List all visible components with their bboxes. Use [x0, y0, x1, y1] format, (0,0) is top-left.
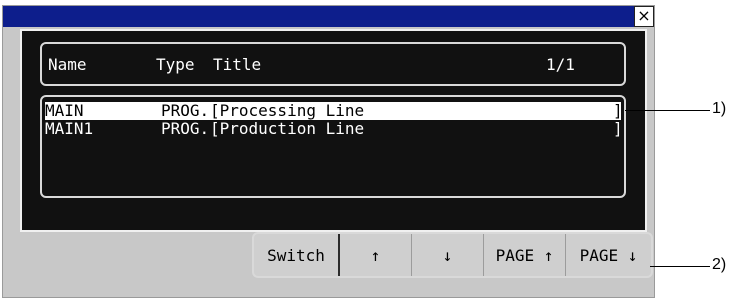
column-type-header: Type — [156, 55, 195, 74]
program-row[interactable]: MAIN PROG. [Processing Line ] — [45, 101, 623, 120]
program-title: [Production Line — [210, 119, 365, 138]
callout-line-buttons — [650, 266, 710, 267]
column-title-header: Title — [213, 55, 262, 74]
program-title: [Processing Line — [210, 101, 365, 120]
page-down-button[interactable]: PAGE ↓ — [566, 234, 651, 276]
page-up-button[interactable]: PAGE ↑ — [484, 234, 566, 276]
program-row[interactable]: MAIN1 PROG. [Production Line ] — [45, 119, 623, 138]
program-title-end: ] — [613, 119, 623, 138]
program-type: PROG. — [161, 119, 210, 138]
switch-button[interactable]: Switch — [254, 234, 340, 276]
column-name-header: Name — [48, 55, 87, 74]
up-button[interactable]: ↑ — [340, 234, 412, 276]
page-indicator: 1/1 — [546, 55, 575, 74]
title-bar: × — [3, 6, 654, 27]
program-list: MAIN PROG. [Processing Line ] MAIN1 PROG… — [40, 95, 626, 198]
program-name: MAIN — [45, 101, 84, 120]
program-type: PROG. — [161, 101, 210, 120]
program-name: MAIN1 — [45, 119, 94, 138]
program-list-screen: Name Type Title 1/1 MAIN PROG. [Processi… — [20, 29, 647, 232]
function-button-bar: Switch ↑ ↓ PAGE ↑ PAGE ↓ — [252, 232, 653, 278]
close-icon: × — [637, 6, 651, 25]
callout-line-list — [625, 110, 710, 111]
program-title-end: ] — [613, 101, 623, 120]
close-button[interactable]: × — [634, 6, 654, 27]
program-list-window: × Name Type Title 1/1 MAIN PROG. [Proces… — [2, 5, 655, 298]
list-header: Name Type Title 1/1 — [40, 42, 626, 86]
down-button[interactable]: ↓ — [412, 234, 484, 276]
callout-label-list: 1) — [712, 100, 727, 117]
callout-label-buttons: 2) — [712, 256, 727, 273]
